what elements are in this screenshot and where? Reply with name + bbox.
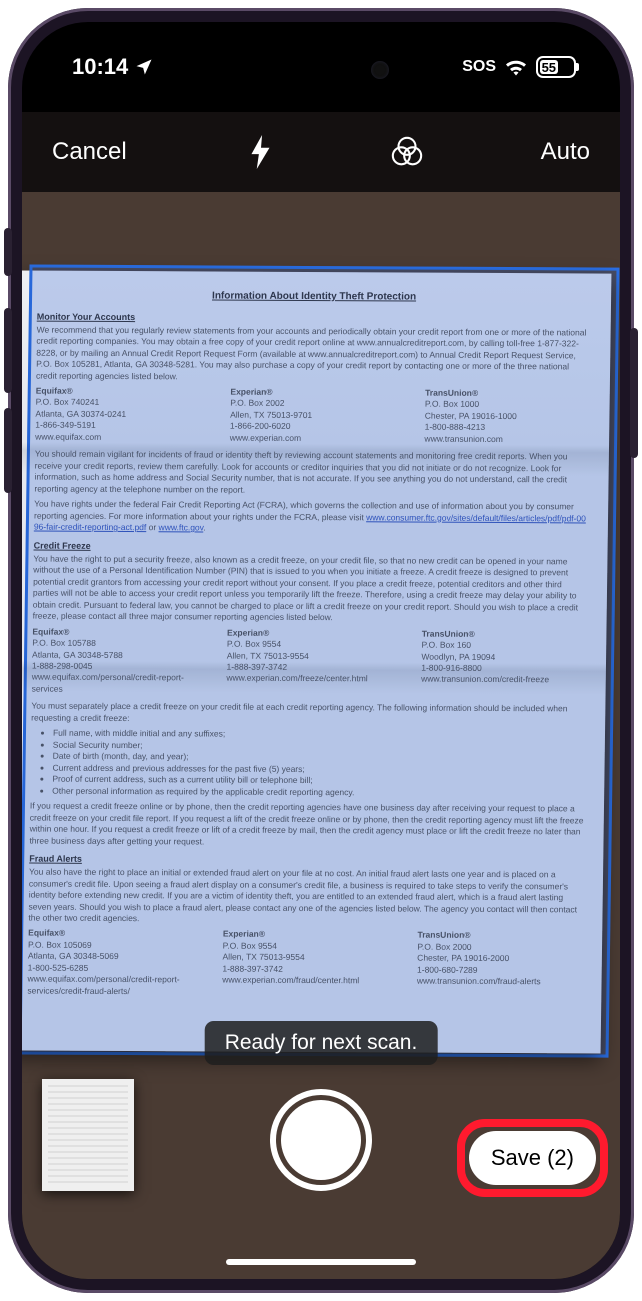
doc-list: Full name, with middle initial and any s… bbox=[52, 728, 585, 800]
color-filter-icon[interactable] bbox=[389, 134, 425, 170]
status-time: 10:14 bbox=[72, 54, 128, 80]
detected-document: Information About Identity Theft Protect… bbox=[22, 270, 611, 1053]
shutter-button[interactable] bbox=[270, 1089, 372, 1191]
doc-paragraph: You have the right to put a security fre… bbox=[33, 553, 588, 625]
sos-indicator: SOS bbox=[462, 58, 496, 76]
doc-agency-row: Equifax®P.O. Box 105069Atlanta, GA 30348… bbox=[27, 928, 582, 1000]
wifi-icon bbox=[504, 58, 528, 76]
scan-thumbnail[interactable] bbox=[42, 1079, 134, 1191]
volume-up-button bbox=[4, 308, 12, 393]
doc-heading: Fraud Alerts bbox=[29, 853, 583, 868]
doc-paragraph: If you request a credit freeze online or… bbox=[29, 801, 584, 850]
doc-heading: Credit Freeze bbox=[34, 539, 588, 554]
save-button-highlight: Save (2) bbox=[469, 1131, 596, 1185]
doc-agency-row: Equifax®P.O. Box 740241Atlanta, GA 30374… bbox=[35, 386, 590, 446]
phone-frame: 10:14 SOS 55 Cancel bbox=[8, 8, 634, 1293]
scan-toolbar: Cancel Auto bbox=[22, 112, 620, 192]
flash-icon[interactable] bbox=[243, 134, 279, 170]
doc-heading: Monitor Your Accounts bbox=[37, 310, 591, 325]
thumbnail-preview bbox=[48, 1085, 128, 1185]
home-indicator[interactable] bbox=[226, 1259, 416, 1265]
battery-level: 55 bbox=[540, 60, 558, 74]
doc-paragraph: You should remain vigilant for incidents… bbox=[34, 449, 589, 498]
doc-paragraph: You must separately place a credit freez… bbox=[31, 701, 585, 727]
screen: 10:14 SOS 55 Cancel bbox=[22, 22, 620, 1279]
cancel-button[interactable]: Cancel bbox=[52, 138, 127, 166]
side-button bbox=[4, 228, 12, 276]
shutter-inner bbox=[281, 1100, 361, 1180]
location-arrow-icon bbox=[134, 57, 154, 77]
scan-status-text: Ready for next scan. bbox=[205, 1021, 438, 1065]
doc-title: Information About Identity Theft Protect… bbox=[37, 289, 591, 305]
save-button[interactable]: Save (2) bbox=[469, 1131, 596, 1185]
auto-button[interactable]: Auto bbox=[541, 138, 590, 166]
power-button bbox=[630, 328, 638, 458]
doc-paragraph: You also have the right to place an init… bbox=[28, 867, 583, 927]
volume-down-button bbox=[4, 408, 12, 493]
doc-paragraph: You have rights under the federal Fair C… bbox=[34, 499, 588, 536]
doc-paragraph: We recommend that you regularly review s… bbox=[36, 324, 591, 384]
battery-icon: 55 bbox=[536, 56, 576, 78]
document-content: Information About Identity Theft Protect… bbox=[22, 270, 611, 1053]
dynamic-island bbox=[239, 46, 403, 94]
doc-agency-row: Equifax®P.O. Box 105788Atlanta, GA 30348… bbox=[32, 626, 587, 698]
